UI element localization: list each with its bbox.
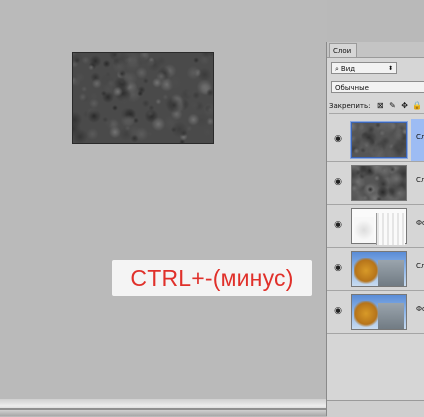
layer-row[interactable]: ◉ Фо [327, 291, 424, 334]
layer-thumbnail [351, 294, 407, 330]
layer-thumbnail [351, 208, 407, 245]
layer-list: ◉ Сл ◉ Сл ◉ Фо ◉ Сл ◉ [327, 119, 424, 334]
lock-position-icon[interactable]: ✥ [400, 99, 409, 113]
layer-name: Сл [416, 262, 424, 270]
layer-row[interactable]: ◉ Фо [327, 205, 424, 248]
photo-building-shape [378, 303, 404, 329]
photo-building-shape [378, 260, 404, 286]
lock-label: Закрепить: [329, 102, 371, 110]
shortcut-caption-text: CTRL+-(минус) [130, 264, 294, 291]
lock-all-icon[interactable]: 🔒 [412, 99, 422, 113]
sketch-building-shape [376, 213, 405, 245]
eye-icon[interactable]: ◉ [332, 134, 344, 144]
noise-document-image[interactable] [72, 52, 214, 144]
layer-thumbnail [351, 251, 407, 287]
layer-name: Фо [416, 305, 424, 313]
blend-mode-select[interactable]: Обычные [331, 81, 424, 93]
lock-transparent-pixels-icon[interactable]: ⊠ [376, 99, 385, 113]
lock-image-pixels-icon[interactable]: ✎ [388, 99, 397, 113]
layer-name: Фо [416, 219, 424, 227]
eye-icon[interactable]: ◉ [332, 263, 344, 273]
panel-tabbar: Слои [327, 42, 424, 58]
dropdown-arrows-icon: ⬍ [387, 65, 393, 72]
eye-icon[interactable]: ◉ [332, 177, 344, 187]
tab-layers[interactable]: Слои [329, 43, 357, 57]
shortcut-caption: CTRL+-(минус) [112, 260, 312, 296]
layers-panel: Слои ⌕ Вид ⬍ Обычные Закрепить: ⊠ ✎ ✥ 🔒 ◉… [326, 42, 424, 417]
canvas-workspace[interactable]: CTRL+-(минус) [0, 0, 327, 416]
sketch-tree-shape [354, 217, 374, 243]
eye-icon[interactable]: ◉ [332, 220, 344, 230]
photo-tree-shape [354, 258, 378, 286]
kind-filter-value: Вид [340, 65, 356, 73]
eye-icon[interactable]: ◉ [332, 306, 344, 316]
layer-row[interactable]: ◉ Сл [327, 119, 424, 162]
layer-row[interactable]: ◉ Сл [327, 248, 424, 291]
panel-bottom-bar [327, 400, 424, 417]
layer-thumbnail [351, 165, 407, 201]
layer-thumbnail [350, 121, 408, 159]
layer-name: Сл [416, 176, 424, 184]
layer-name: Сл [416, 133, 424, 141]
layer-row[interactable]: ◉ Сл [327, 162, 424, 205]
search-icon: ⌕ [335, 65, 339, 73]
horizontal-scrollbar[interactable] [0, 399, 327, 416]
photo-tree-shape [354, 301, 378, 329]
lock-row: Закрепить: ⊠ ✎ ✥ 🔒 [329, 99, 424, 114]
layer-kind-filter[interactable]: ⌕ Вид ⬍ [331, 62, 397, 74]
